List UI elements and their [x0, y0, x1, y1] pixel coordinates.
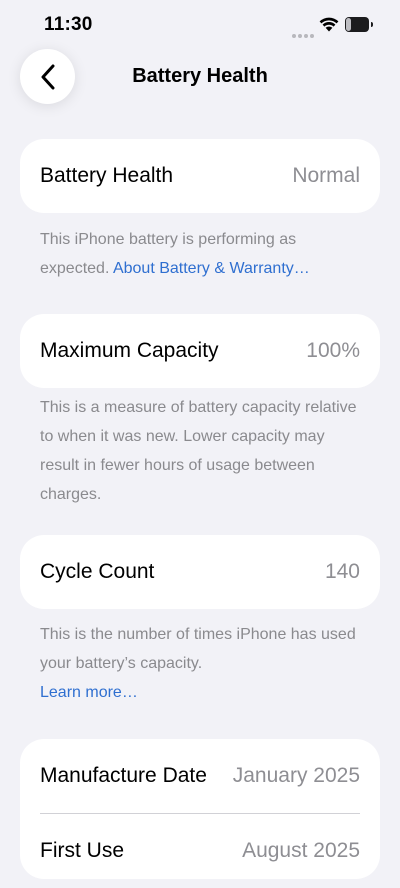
battery-level: 22 [350, 18, 364, 30]
maximum-capacity-footnote: This is a measure of battery capacity re… [40, 399, 357, 503]
dates-card: Manufacture Date January 2025 First Use … [20, 739, 380, 879]
cycle-count-value: 140 [324, 560, 360, 583]
battery-health-label: Battery Health [40, 164, 174, 187]
cycle-count-label: Cycle Count [40, 560, 155, 583]
cycle-count-row: Cycle Count 140 [20, 535, 380, 609]
maximum-capacity-card: Maximum Capacity 100% [20, 314, 380, 388]
learn-more-link[interactable]: Learn more… [40, 678, 360, 707]
status-bar: 11:30 22 [0, 0, 400, 48]
first-use-row: First Use August 2025 [20, 814, 380, 888]
manufacture-date-value: January 2025 [232, 764, 360, 787]
first-use-label: First Use [40, 839, 124, 862]
about-battery-warranty-link[interactable]: About Battery & Warranty… [113, 260, 310, 277]
cellular-signal-icon [292, 25, 316, 38]
battery-health-value: Normal [292, 164, 360, 187]
wifi-icon [319, 17, 339, 32]
cycle-count-description: This is the number of times iPhone has u… [40, 626, 356, 672]
page-title: Battery Health [132, 65, 268, 87]
battery-health-row: Battery Health Normal [20, 139, 380, 213]
cycle-count-footnote: This is the number of times iPhone has u… [40, 620, 360, 707]
first-use-value: August 2025 [242, 839, 360, 862]
status-time: 11:30 [44, 14, 93, 35]
battery-health-footnote: This iPhone battery is performing as exp… [40, 225, 360, 283]
manufacture-date-label: Manufacture Date [40, 764, 207, 787]
battery-health-card: Battery Health Normal [20, 139, 380, 213]
maximum-capacity-value: 100% [306, 339, 360, 362]
manufacture-date-row: Manufacture Date January 2025 [20, 739, 380, 813]
maximum-capacity-row: Maximum Capacity 100% [20, 314, 380, 388]
battery-icon: 22 [345, 17, 375, 32]
maximum-capacity-label: Maximum Capacity [40, 339, 219, 362]
cycle-count-card: Cycle Count 140 [20, 535, 380, 609]
